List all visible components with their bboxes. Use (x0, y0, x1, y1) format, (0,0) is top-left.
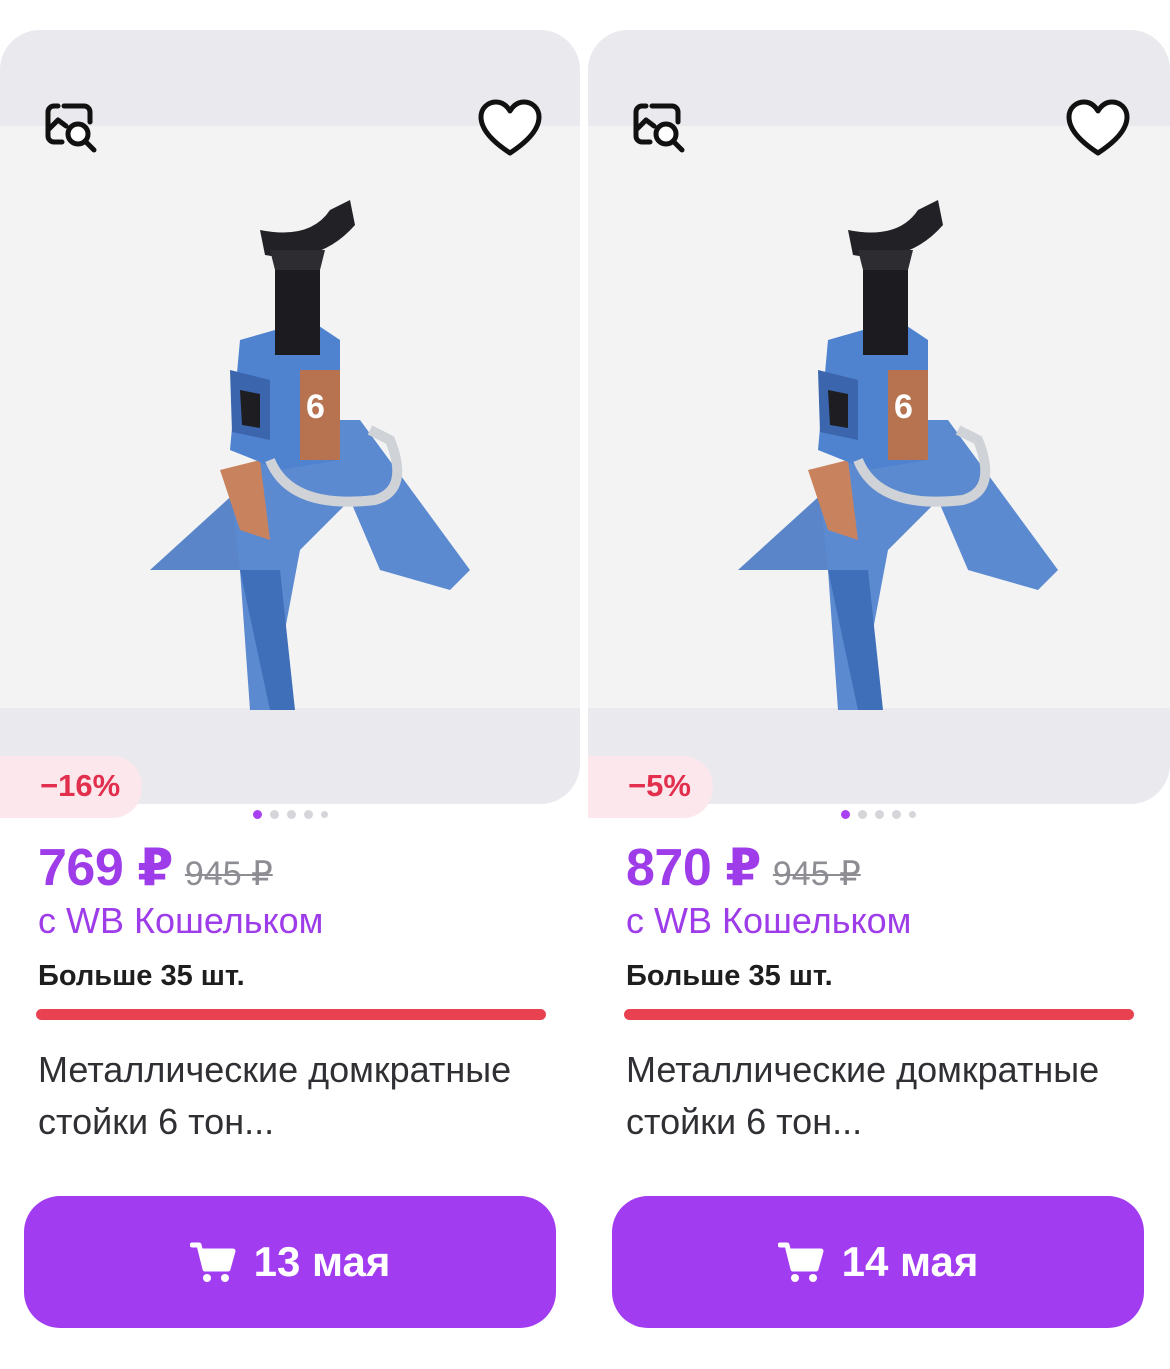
svg-text:6: 6 (306, 388, 325, 426)
old-price: 945 ₽ (772, 855, 861, 893)
pagination-dot (857, 810, 867, 819)
current-price: 870 ₽ (626, 839, 761, 897)
stock-label: Больше 35 шт. (38, 960, 245, 992)
current-price: 769 ₽ (38, 839, 173, 897)
similar-search-button[interactable] (34, 92, 106, 164)
old-price: 945 ₽ (184, 855, 273, 893)
price-row: 769 ₽ 945 ₽ (38, 838, 273, 898)
pagination-dot (840, 810, 850, 819)
pagination-dot (303, 810, 313, 819)
product-title[interactable]: Металлические домкратные стойки 6 тон... (626, 1044, 1136, 1148)
pagination-dot (269, 810, 279, 819)
add-to-cart-button[interactable]: 14 мая (612, 1196, 1144, 1328)
svg-text:6: 6 (894, 388, 913, 426)
stock-label: Больше 35 шт. (626, 960, 833, 992)
price-row: 870 ₽ 945 ₽ (626, 838, 861, 898)
stock-bar (36, 1009, 546, 1020)
product-card[interactable]: 6 −5% 870 ₽ 945 ₽ с WB Кошельком Больше … (588, 0, 1170, 1369)
product-image-carousel[interactable]: 6 (588, 30, 1170, 804)
stock-bar (624, 1009, 1134, 1020)
similar-search-button[interactable] (622, 92, 694, 164)
product-photo: 6 (150, 200, 470, 710)
pagination-dot (320, 811, 328, 818)
wallet-price-label: с WB Кошельком (626, 900, 912, 941)
pagination-dot (286, 810, 296, 819)
cart-icon (189, 1242, 236, 1282)
favorite-button[interactable] (1062, 92, 1134, 164)
discount-badge: −5% (588, 756, 713, 818)
pagination-dot (252, 810, 262, 819)
product-image-carousel[interactable]: 6 (0, 30, 580, 804)
heart-icon (478, 99, 542, 156)
product-photo: 6 (738, 200, 1058, 710)
favorite-button[interactable] (474, 92, 546, 164)
discount-badge: −16% (0, 756, 143, 818)
pagination-dot (874, 810, 884, 819)
product-card[interactable]: 6 −16% 769 ₽ 945 ₽ с WB Кошельком Больше… (0, 0, 580, 1369)
image-search-icon (633, 103, 685, 153)
image-pagination-dots (0, 810, 580, 819)
cart-icon (777, 1242, 824, 1282)
pagination-dot (908, 811, 916, 818)
image-pagination-dots (588, 810, 1168, 819)
wallet-price-label: с WB Кошельком (38, 900, 324, 941)
delivery-date: 14 мая (841, 1238, 979, 1285)
add-to-cart-button[interactable]: 13 мая (24, 1196, 556, 1328)
image-search-icon (45, 103, 97, 153)
delivery-date: 13 мая (253, 1238, 391, 1285)
heart-icon (1066, 99, 1130, 156)
product-title[interactable]: Металлические домкратные стойки 6 тон... (38, 1044, 548, 1148)
pagination-dot (891, 810, 901, 819)
